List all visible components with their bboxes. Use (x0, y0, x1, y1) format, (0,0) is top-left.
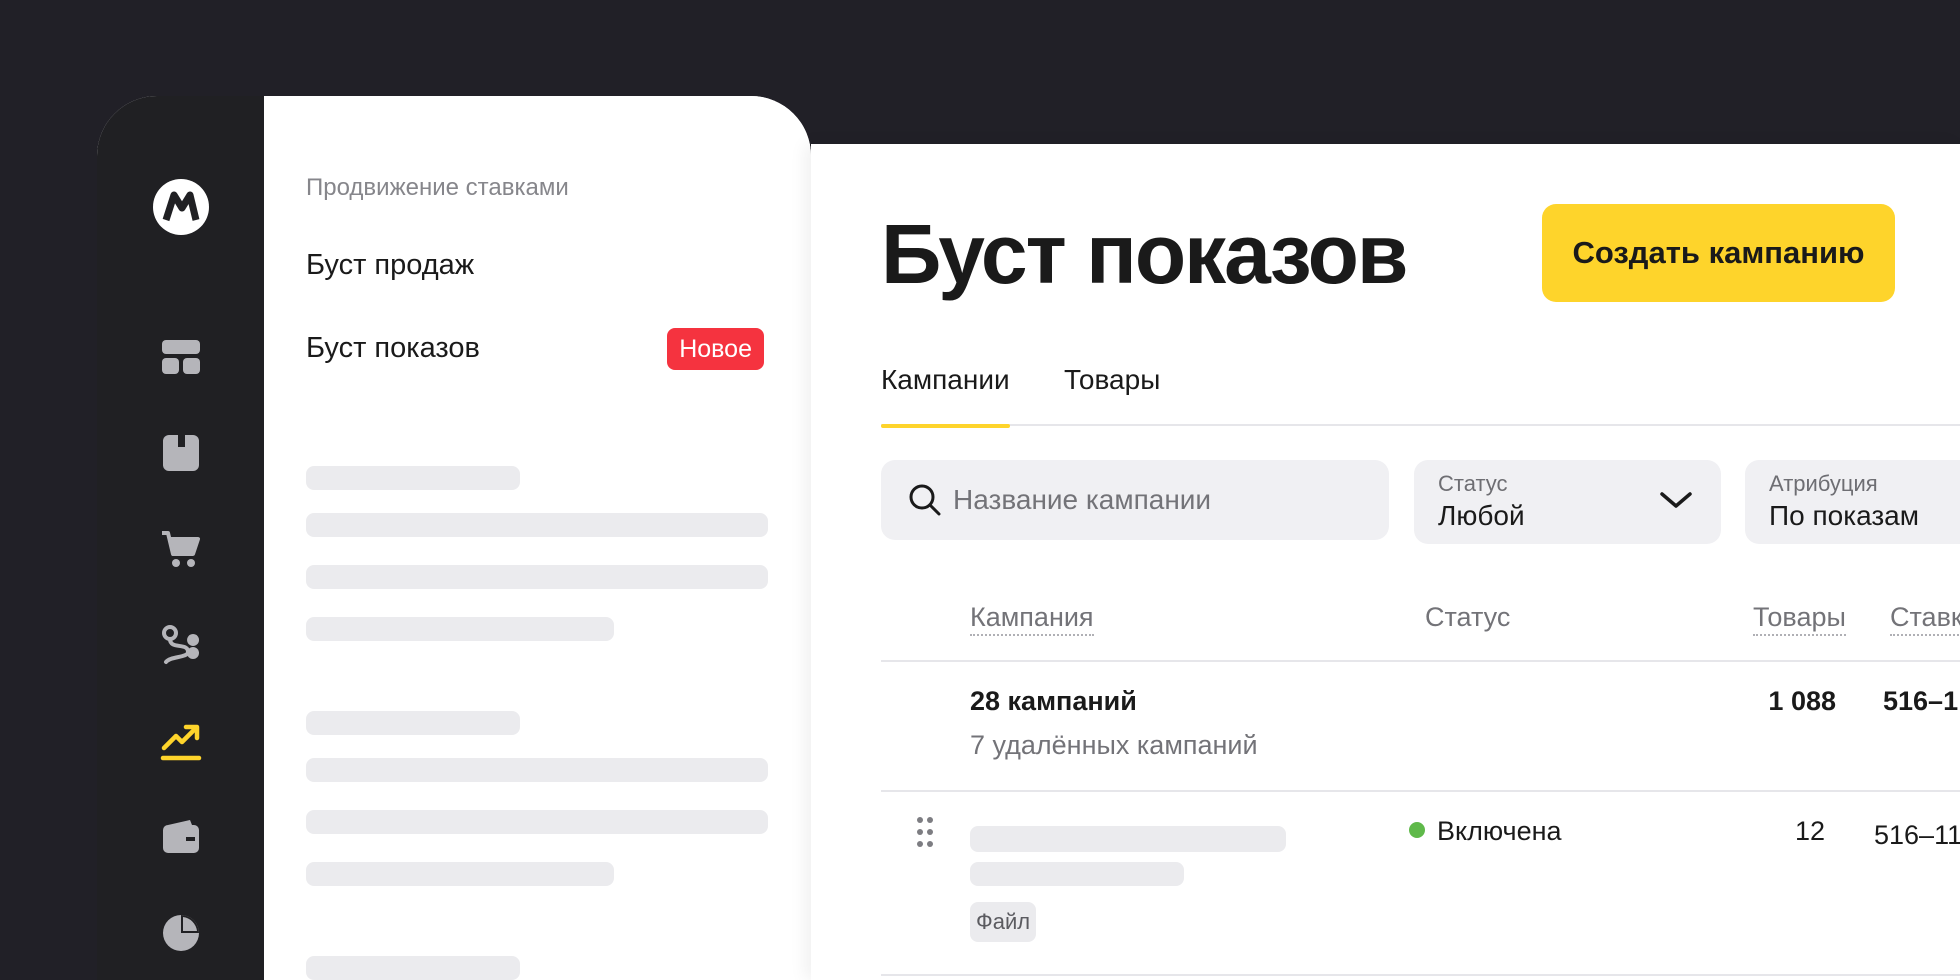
skeleton-line (306, 758, 768, 782)
submenu-section-title: Продвижение ставками (306, 174, 569, 201)
promotion-submenu: Продвижение ставками Буст продаж Буст по… (264, 96, 811, 980)
tab-bar: Кампании Товары (881, 364, 1960, 428)
file-tag: Файл (970, 902, 1037, 942)
dashboard-icon[interactable] (160, 336, 202, 378)
create-campaign-button[interactable]: Создать кампанию (1542, 204, 1895, 302)
search-box (881, 460, 1389, 540)
skeleton-line (970, 862, 1184, 886)
skeleton-line (306, 617, 614, 641)
status-select[interactable]: Статус Любой (1414, 460, 1721, 544)
row-bids-range: 516–11 (1874, 820, 1960, 850)
new-badge: Новое (667, 328, 764, 370)
column-header-campaign[interactable]: Кампания (970, 602, 1094, 636)
attribution-select-label: Атрибуция (1769, 471, 1878, 496)
growth-icon[interactable] (160, 720, 202, 762)
summary-campaign-count: 28 кампаний (970, 686, 1137, 716)
skeleton-line (306, 711, 520, 735)
skeleton-line (970, 826, 1286, 852)
market-logo-icon[interactable] (152, 178, 210, 236)
wallet-icon[interactable] (160, 816, 202, 858)
status-select-label: Статус (1438, 471, 1508, 496)
status-dot (1409, 822, 1425, 838)
tab-campaigns[interactable]: Кампании (881, 364, 1010, 428)
status-text: Включена (1437, 816, 1562, 846)
table-divider (881, 790, 1960, 792)
search-icon (909, 484, 941, 516)
column-header-bids[interactable]: Ставк (1890, 602, 1960, 636)
status-enabled: Включена (1409, 816, 1562, 847)
pie-chart-icon[interactable] (160, 912, 202, 954)
summary-products-total: 1 088 (1768, 686, 1836, 716)
app-frame: Продвижение ставками Буст продаж Буст по… (97, 96, 811, 980)
chevron-down-icon (1660, 492, 1692, 508)
table-divider (881, 660, 1960, 662)
main-panel: Буст показов Создать кампанию Кампании Т… (811, 144, 1960, 980)
skeleton-line (306, 466, 520, 490)
summary-bids-range: 516–1 (1883, 686, 1959, 716)
route-icon[interactable] (160, 624, 202, 666)
row-products-count: 12 (1794, 816, 1825, 846)
column-header-products[interactable]: Товары (1753, 602, 1846, 636)
submenu-item-views-boost[interactable]: Буст показов (306, 332, 480, 365)
submenu-item-sales-boost[interactable]: Буст продаж (306, 249, 474, 282)
cart-icon[interactable] (160, 528, 202, 570)
drag-handle-icon[interactable] (915, 816, 935, 850)
box-icon[interactable] (160, 432, 202, 474)
skeleton-line (306, 862, 614, 886)
icon-rail (97, 96, 264, 980)
page-title: Буст показов (881, 207, 1409, 301)
summary-deleted-link[interactable]: 7 удалённых кампаний (970, 730, 1258, 761)
status-select-value: Любой (1438, 500, 1525, 531)
table-divider (881, 974, 1960, 976)
attribution-select-value: По показам (1769, 500, 1919, 531)
campaign-search-input[interactable] (953, 460, 1373, 540)
skeleton-line (306, 513, 768, 537)
column-header-status: Статус (1425, 602, 1511, 632)
skeleton-line (306, 565, 768, 589)
attribution-select[interactable]: Атрибуция По показам (1745, 460, 1960, 544)
skeleton-line (306, 956, 520, 980)
skeleton-line (306, 810, 768, 834)
tab-products[interactable]: Товары (1064, 364, 1160, 426)
